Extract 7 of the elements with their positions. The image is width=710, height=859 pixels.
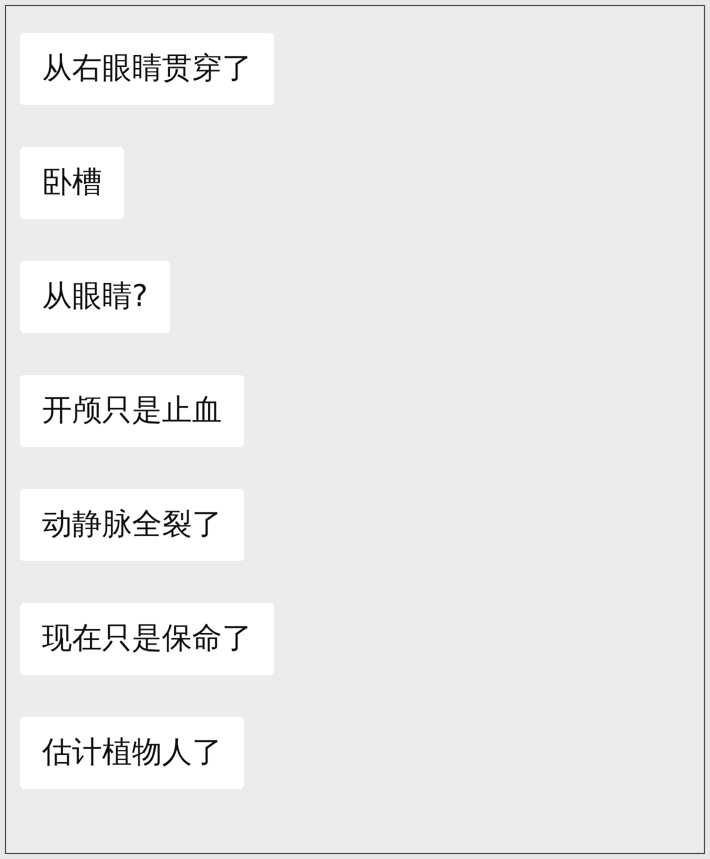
message-bubble: 现在只是保命了 [20,603,274,675]
message-bubble: 动静脉全裂了 [20,489,244,561]
message-bubble: 开颅只是止血 [20,375,244,447]
message-bubble: 卧槽 [20,147,124,219]
message-bubble: 从眼睛? [20,261,170,333]
message-bubble: 估计植物人了 [20,717,244,789]
message-bubble: 从右眼睛贯穿了 [20,33,274,105]
